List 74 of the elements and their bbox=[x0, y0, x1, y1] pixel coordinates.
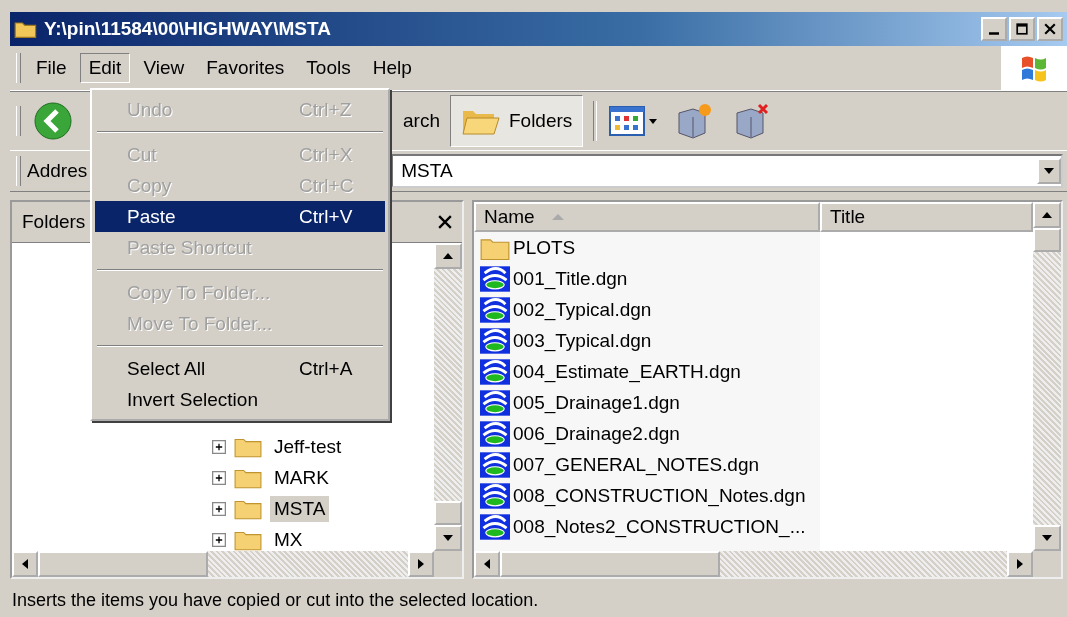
arrow-down-icon[interactable] bbox=[442, 534, 454, 542]
horizontal-scrollbar[interactable] bbox=[474, 551, 1061, 577]
menu-item[interactable]: Tools bbox=[297, 53, 360, 83]
menu-item[interactable]: Select All Ctrl+A bbox=[95, 353, 385, 384]
caret-down-icon bbox=[1043, 167, 1055, 175]
expand-icon[interactable] bbox=[212, 532, 226, 547]
scroll-thumb[interactable] bbox=[1033, 228, 1061, 252]
column-header[interactable]: Name bbox=[474, 202, 820, 232]
menu-item[interactable]: Paste Ctrl+V bbox=[95, 201, 385, 232]
maximize-icon bbox=[1016, 23, 1028, 35]
file-icon bbox=[480, 420, 510, 447]
file-name[interactable]: 004_Estimate_EARTH.dgn bbox=[513, 360, 741, 383]
vertical-scrollbar[interactable] bbox=[434, 243, 462, 551]
file-name[interactable]: 005_Drainage1.dgn bbox=[513, 391, 680, 414]
column-header[interactable]: Title bbox=[820, 202, 1033, 232]
tree-item[interactable]: MSTA bbox=[270, 495, 330, 522]
window-title: Y:\pin\11584\00\HIGHWAY\MSTA bbox=[44, 18, 331, 40]
file-name[interactable]: 001_Title.dgn bbox=[513, 267, 628, 290]
folder-icon bbox=[14, 19, 38, 39]
file-icon bbox=[480, 358, 510, 385]
scroll-thumb[interactable] bbox=[38, 551, 208, 577]
arrow-up-icon[interactable] bbox=[1041, 211, 1053, 219]
expand-icon[interactable] bbox=[212, 470, 226, 485]
menu-item[interactable]: Edit bbox=[79, 53, 131, 83]
pane-title: Folders bbox=[22, 211, 86, 233]
arrow-up-icon[interactable] bbox=[442, 252, 454, 260]
arrow-right-icon[interactable] bbox=[1016, 558, 1024, 570]
file-icon bbox=[480, 513, 510, 540]
close-icon[interactable] bbox=[438, 215, 452, 229]
file-icon bbox=[480, 389, 510, 416]
file-icon bbox=[480, 296, 510, 323]
address-field[interactable]: MSTA bbox=[391, 154, 1063, 188]
tree-item[interactable]: MARK bbox=[270, 464, 333, 491]
menu-item[interactable]: Invert Selection bbox=[95, 384, 385, 415]
status-text: Inserts the items you have copied or cut into the selected location. bbox=[12, 589, 539, 611]
scrollbar-corner bbox=[434, 551, 462, 577]
file-icon bbox=[480, 265, 510, 292]
file-name[interactable]: 008_CONSTRUCTION_Notes.dgn bbox=[513, 484, 806, 507]
expand-icon[interactable] bbox=[212, 439, 226, 454]
file-icon bbox=[480, 451, 510, 478]
folders-button[interactable]: Folders bbox=[449, 95, 584, 147]
menu-item[interactable]: View bbox=[134, 53, 194, 83]
tree-item[interactable]: MX bbox=[270, 526, 307, 551]
scroll-thumb[interactable] bbox=[434, 501, 462, 525]
menu-item[interactable]: Favorites bbox=[197, 53, 294, 83]
file-icon bbox=[480, 327, 510, 354]
vertical-scrollbar[interactable] bbox=[1033, 202, 1061, 551]
file-name[interactable]: 002_Typical.dgn bbox=[513, 298, 652, 321]
file-name[interactable]: 008_Notes2_CONSTRUCTION_... bbox=[513, 515, 806, 538]
menu-item[interactable]: File bbox=[27, 53, 76, 83]
dropdown-button[interactable] bbox=[1037, 158, 1061, 184]
menu-item[interactable]: Help bbox=[363, 53, 421, 83]
scroll-thumb[interactable] bbox=[500, 551, 720, 577]
file-name[interactable]: 003_Typical.dgn bbox=[513, 329, 652, 352]
tree-item[interactable]: Jeff-test bbox=[270, 433, 346, 460]
search-button-label[interactable]: arch bbox=[403, 110, 440, 132]
minimize-icon bbox=[989, 31, 999, 35]
address-label: Addres bbox=[27, 160, 88, 182]
close-button[interactable] bbox=[1037, 17, 1063, 41]
file-name[interactable]: 006_Drainage2.dgn bbox=[513, 422, 680, 445]
horizontal-scrollbar[interactable] bbox=[12, 551, 462, 577]
arrow-left-icon[interactable] bbox=[483, 558, 491, 570]
arrow-right-icon[interactable] bbox=[417, 558, 425, 570]
scrollbar-corner bbox=[1033, 551, 1061, 577]
arrow-left-icon[interactable] bbox=[21, 558, 29, 570]
expand-icon[interactable] bbox=[212, 501, 226, 516]
close-icon bbox=[1044, 23, 1056, 35]
minimize-button[interactable] bbox=[981, 17, 1007, 41]
file-icon bbox=[480, 482, 510, 509]
sort-arrow-icon bbox=[550, 213, 565, 221]
file-name[interactable]: 007_GENERAL_NOTES.dgn bbox=[513, 453, 760, 476]
maximize-button[interactable] bbox=[1009, 17, 1035, 41]
arrow-down-icon[interactable] bbox=[1041, 534, 1053, 542]
file-name[interactable]: PLOTS bbox=[513, 236, 576, 259]
